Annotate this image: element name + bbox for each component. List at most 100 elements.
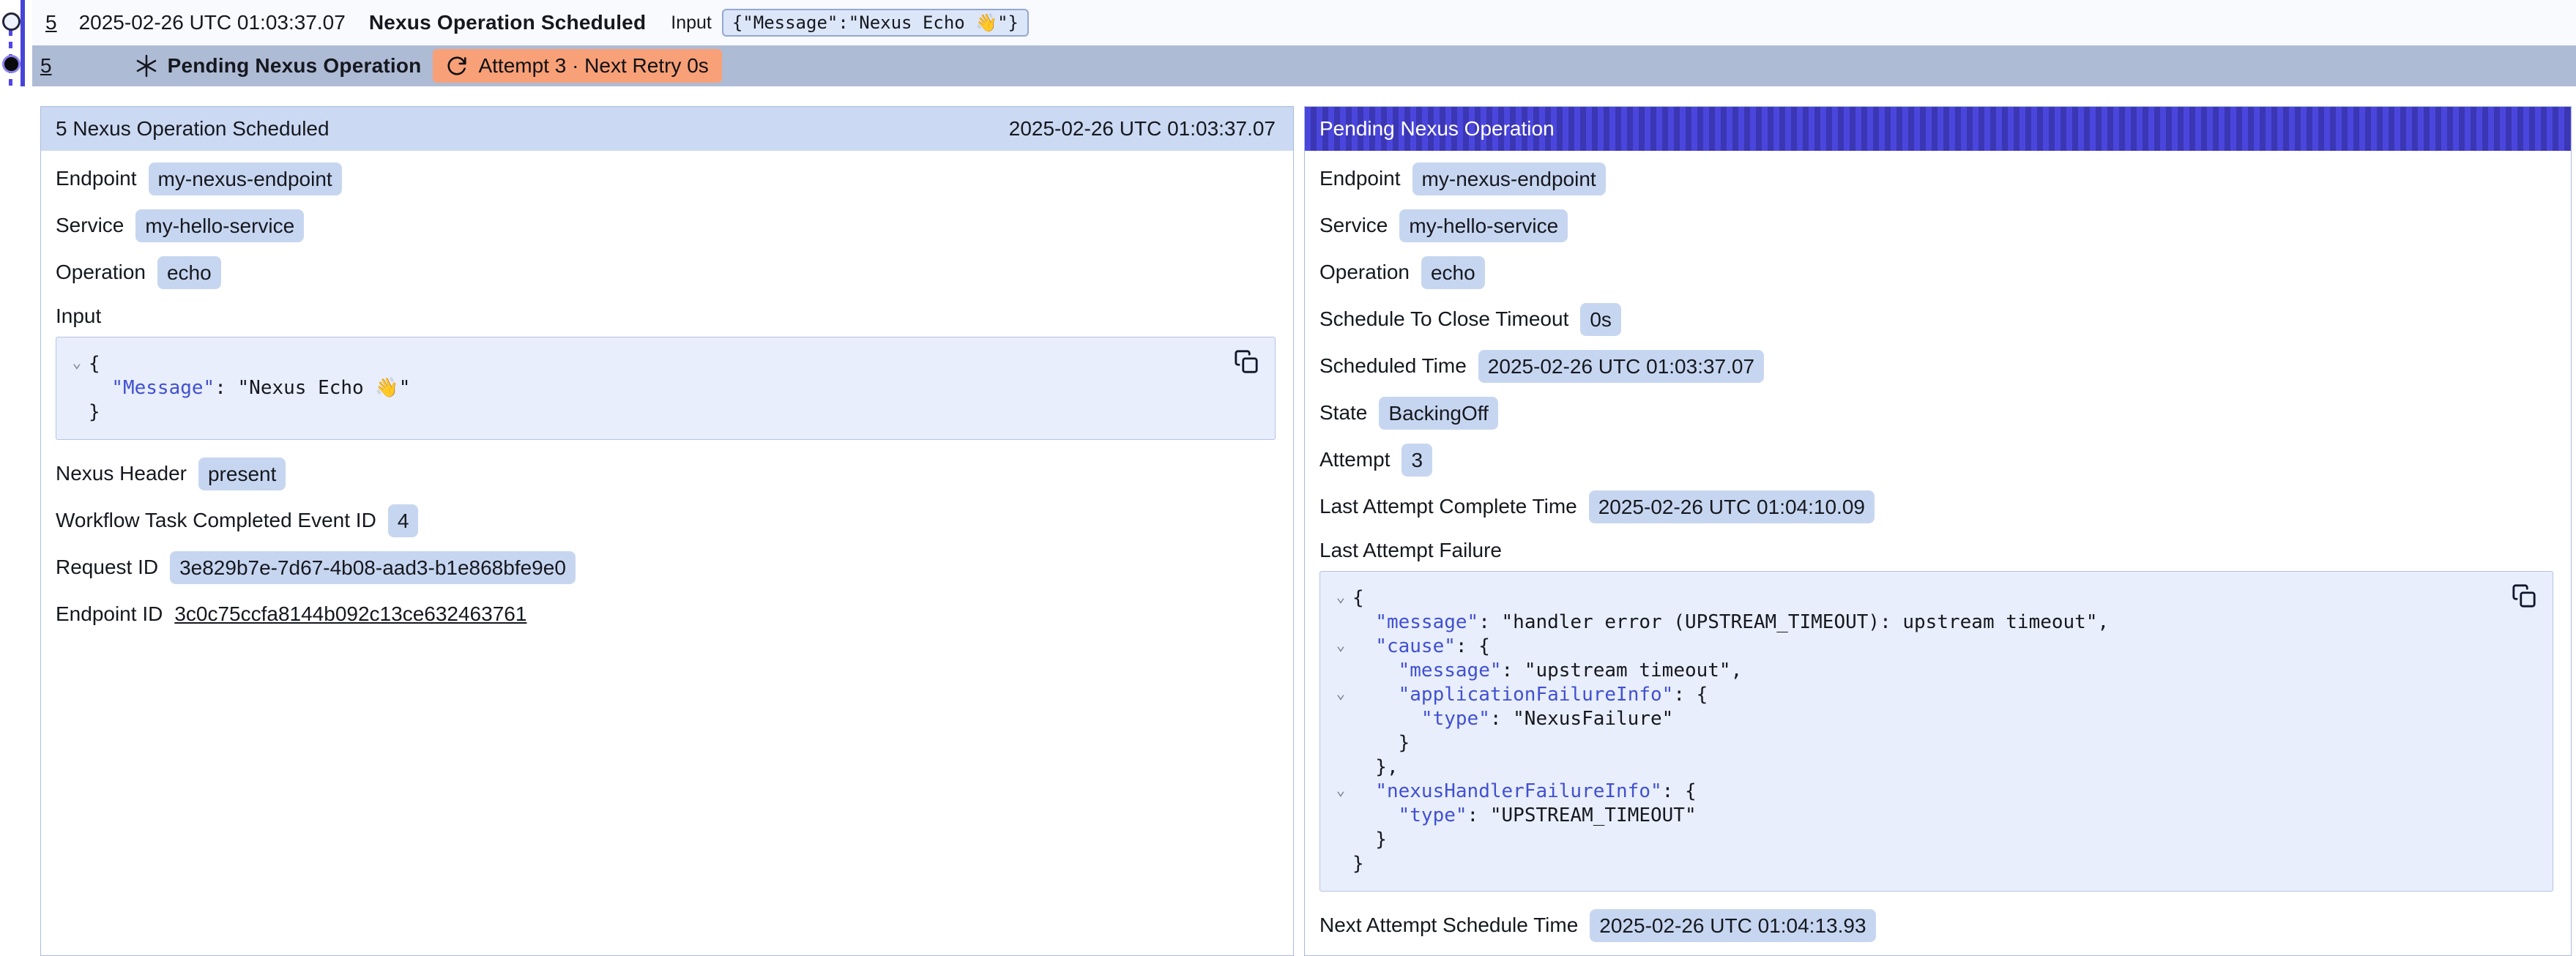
event-row-pending[interactable]: 5 Pending Nexus Operation Attempt 3 · Ne… (32, 45, 2576, 86)
field-workflow-task-completed-event-id: Workflow Task Completed Event ID4 (56, 497, 1276, 544)
field-value-badge: 2025-02-26 UTC 01:04:13.93 (1590, 909, 1875, 942)
pending-panel-title: Pending Nexus Operation (1319, 117, 1555, 141)
field-next-attempt-schedule-time: Next Attempt Schedule Time 2025-02-26 UTC… (1319, 902, 2553, 949)
field-operation: Operationecho (1319, 249, 2553, 296)
last-attempt-failure-code-block: ⌄{⌄ "message": "handler error (UPSTREAM_… (1319, 571, 2553, 892)
code-line: ⌄} (1329, 852, 2501, 876)
code-line: ⌄{ (65, 352, 1224, 376)
copy-icon (1234, 349, 1259, 374)
field-value-badge: 0s (1580, 303, 1621, 336)
collapse-chevron-icon[interactable]: ⌄ (1329, 633, 1352, 657)
scheduled-event-panel: 5 Nexus Operation Scheduled 2025-02-26 U… (40, 106, 1294, 956)
field-label: Attempt (1319, 448, 1390, 471)
scheduled-panel-timestamp: 2025-02-26 UTC 01:03:37.07 (1009, 117, 1276, 141)
field-value-badge: 2025-02-26 UTC 01:03:37.07 (1478, 350, 1764, 383)
retry-refresh-icon (446, 55, 468, 77)
copy-button[interactable] (2510, 582, 2538, 610)
code-text: } (89, 400, 100, 425)
code-text: }, (1352, 755, 1399, 780)
collapse-chevron-icon[interactable]: ⌄ (1329, 585, 1352, 609)
field-attempt: Attempt3 (1319, 436, 2553, 483)
collapse-chevron-icon[interactable]: ⌄ (65, 351, 89, 375)
pending-operation-panel: Pending Nexus Operation Endpoint my-nexus… (1304, 106, 2572, 956)
field-label: Workflow Task Completed Event ID (56, 509, 376, 532)
pending-id-link[interactable]: 5 (40, 54, 52, 78)
field-value-badge: my-hello-service (1399, 209, 1568, 242)
field-label: Nexus Header (56, 462, 187, 485)
code-text: } (1352, 731, 1410, 755)
pending-panel-fields: Endpoint my-nexus-endpoint Service my-hello… (1305, 151, 2571, 949)
code-text: "Message": "Nexus Echo 👋" (89, 376, 410, 400)
collapse-chevron-icon[interactable]: ⌄ (1329, 681, 1352, 706)
event-marker-open-icon (2, 12, 21, 31)
pending-title: Pending Nexus Operation (168, 54, 422, 78)
field-label: Operation (1319, 261, 1410, 284)
field-label: Request ID (56, 556, 158, 579)
field-label: Schedule To Close Timeout (1319, 307, 1568, 331)
field-state: State BackingOff (1319, 389, 2553, 436)
field-label: State (1319, 401, 1367, 425)
code-line: ⌄ "applicationFailureInfo": { (1329, 683, 2501, 707)
field-request-id: Request ID 3e829b7e-7d67-4b08-aad3-b1e868… (56, 544, 1276, 591)
event-marker-filled-icon (2, 55, 21, 73)
event-input-label: Input (671, 12, 712, 34)
field-label: Service (56, 214, 124, 237)
copy-button[interactable] (1232, 348, 1260, 376)
field-last-attempt-complete-time: Last Attempt Complete Time 2025-02-26 UTC… (1319, 483, 2553, 530)
code-text: "cause": { (1352, 635, 1490, 659)
field-operation: Operationecho (56, 249, 1276, 296)
field-schedule-to-close-timeout: Schedule To Close Timeout 0s (1319, 296, 2553, 343)
code-line: ⌄ } (1329, 731, 2501, 755)
field-value-badge: 3e829b7e-7d67-4b08-aad3-b1e868bfe9e0 (170, 551, 576, 584)
field-label: Operation (56, 261, 146, 284)
field-label: Scheduled Time (1319, 354, 1467, 378)
event-row-scheduled[interactable]: 5 2025-02-26 UTC 01:03:37.07 Nexus Opera… (32, 0, 2576, 45)
field-last-attempt-failure: Last Attempt Failure (1319, 530, 2553, 570)
event-title: Nexus Operation Scheduled (369, 11, 646, 34)
field-value-badge: 2025-02-26 UTC 01:04:10.09 (1589, 490, 1875, 523)
code-text: } (1352, 828, 1387, 852)
code-text: { (89, 352, 100, 376)
temporal-event-history-view: 5 2025-02-26 UTC 01:03:37.07 Nexus Opera… (0, 0, 2576, 956)
field-endpoint-id: Endpoint ID3c0c75ccfa8144b092c13ce632463… (56, 591, 1276, 638)
code-line: ⌄ "cause": { (1329, 635, 2501, 659)
event-input-preview-badge: {"Message":"Nexus Echo 👋"} (722, 9, 1029, 37)
pending-panel-header: Pending Nexus Operation (1305, 107, 2571, 151)
detail-panels: 5 Nexus Operation Scheduled 2025-02-26 U… (40, 106, 2572, 956)
event-timeline-rail (0, 0, 32, 95)
field-value-badge: my-hello-service (135, 209, 304, 242)
attempt-retry-text: Attempt 3 · Next Retry 0s (478, 54, 708, 78)
field-label: Next Attempt Schedule Time (1319, 914, 1578, 937)
field-label: Service (1319, 214, 1388, 237)
scheduled-panel-fields: Endpointmy-nexus-endpoint Service my-hello… (41, 151, 1293, 638)
code-text: "type": "NexusFailure" (1352, 707, 1673, 731)
field-label: Last Attempt Complete Time (1319, 495, 1577, 518)
copy-icon (2512, 583, 2536, 608)
scheduled-panel-header: 5 Nexus Operation Scheduled 2025-02-26 U… (41, 107, 1293, 151)
code-text: { (1352, 586, 1364, 610)
field-value-link[interactable]: 3c0c75ccfa8144b092c13ce632463761 (174, 602, 526, 626)
field-endpoint: Endpointmy-nexus-endpoint (56, 155, 1276, 202)
code-text: "message": "upstream timeout", (1352, 659, 1742, 683)
event-timestamp: 2025-02-26 UTC 01:03:37.07 (79, 11, 346, 34)
input-code-block: ⌄{⌄ "Message": "Nexus Echo 👋"⌄} (56, 337, 1276, 440)
code-text: "type": "UPSTREAM_TIMEOUT" (1352, 804, 1697, 828)
field-value-badge: my-nexus-endpoint (1412, 163, 1606, 195)
pending-asterisk-icon (134, 53, 159, 78)
code-line: ⌄{ (1329, 586, 2501, 610)
field-input: Input (56, 296, 1276, 335)
field-value-badge: BackingOff (1379, 397, 1497, 430)
code-text: "nexusHandlerFailureInfo": { (1352, 780, 1697, 804)
code-line: ⌄ }, (1329, 755, 2501, 780)
code-line: ⌄ "type": "NexusFailure" (1329, 707, 2501, 731)
field-scheduled-time: Scheduled Time 2025-02-26 UTC 01:03:37.07 (1319, 343, 2553, 389)
field-label: Endpoint (1319, 167, 1401, 190)
code-text: "applicationFailureInfo": { (1352, 683, 1708, 707)
attempt-retry-badge: Attempt 3 · Next Retry 0s (433, 49, 721, 83)
field-service: Service my-hello-service (56, 202, 1276, 249)
code-line: ⌄ "message": "upstream timeout", (1329, 659, 2501, 683)
code-text: "message": "handler error (UPSTREAM_TIME… (1352, 610, 2109, 635)
field-label: Last Attempt Failure (1319, 539, 1502, 562)
event-id-link[interactable]: 5 (45, 11, 57, 34)
collapse-chevron-icon[interactable]: ⌄ (1329, 778, 1352, 802)
